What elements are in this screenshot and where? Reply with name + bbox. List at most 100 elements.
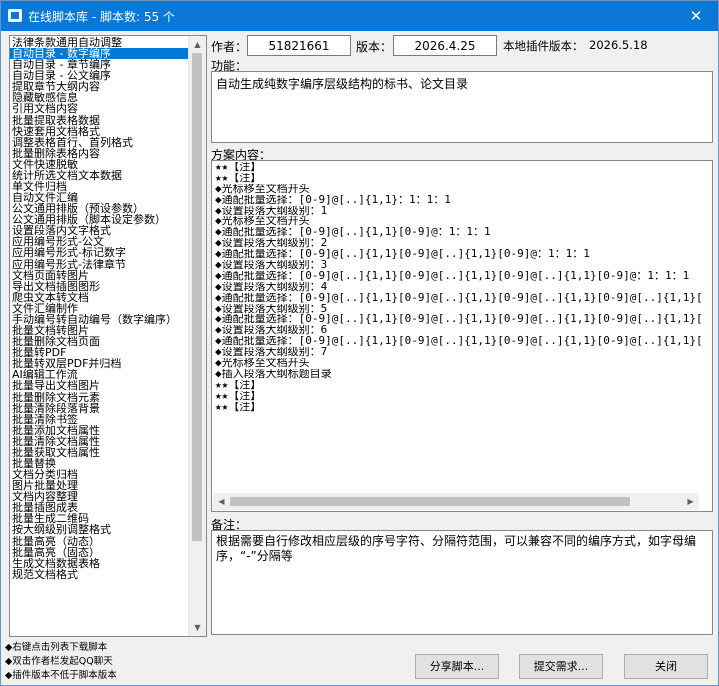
plan-line: ◆插入段落大纲标题目录: [215, 368, 332, 380]
function-textbox[interactable]: 自动生成纯数字编序层级结构的标书、论文目录: [211, 71, 713, 143]
submit-request-button[interactable]: 提交需求...: [519, 654, 603, 679]
script-list-item[interactable]: 批量高亮（动态）: [10, 536, 190, 547]
script-list-item[interactable]: 文档内容整理: [10, 491, 190, 502]
script-list-item[interactable]: 手动编号转自动编号（数字编序）: [10, 314, 190, 325]
script-list-item[interactable]: 公文通用排版（预设参数）: [10, 203, 190, 214]
script-list-item[interactable]: 按大纲级别调整格式: [10, 524, 190, 535]
function-text: 自动生成纯数字编序层级结构的标书、论文目录: [216, 77, 469, 91]
script-list-item[interactable]: 隐藏敏感信息: [10, 92, 190, 103]
script-list-item[interactable]: 快速套用文档格式: [10, 126, 190, 137]
plan-line: ◆光标移至文档开头: [215, 358, 310, 369]
script-list-item[interactable]: 批量转PDF: [10, 347, 190, 358]
script-list-item[interactable]: 法律条款通用自动调整: [10, 37, 190, 48]
plan-line: ◆设置段落大纲级别：3: [215, 260, 328, 271]
script-list-item[interactable]: 应用编号形式-标记数字: [10, 247, 190, 258]
plan-line: ★★【注】: [215, 172, 262, 184]
script-list-item[interactable]: 文档分类归档: [10, 469, 190, 480]
script-list-item[interactable]: 批量导出文档图片: [10, 380, 190, 391]
script-list-item[interactable]: 批量获取文档属性: [10, 447, 190, 458]
script-list-item[interactable]: 应用编号形式-公文: [10, 236, 190, 247]
plan-line: ◆通配批量选择：[0-9]@[..]{1,1}[0-9]@[..]{1,1}[0…: [215, 270, 690, 282]
script-list-item[interactable]: 文件快速脱敏: [10, 159, 190, 170]
script-list-item[interactable]: 自动目录 - 章节编序: [10, 59, 190, 70]
horizontal-scrollbar[interactable]: ◀ ▶: [213, 493, 699, 510]
plan-line: ◆设置段落大纲级别：1: [215, 205, 328, 217]
script-list-item[interactable]: 批量高亮（固态）: [10, 547, 190, 558]
script-list-item[interactable]: 提取章节大纲内容: [10, 81, 190, 92]
script-list-item[interactable]: 批量生成二维码: [10, 513, 190, 524]
script-list-item[interactable]: 公文通用排版（脚本设定参数）: [10, 214, 190, 225]
script-list-item[interactable]: 导出文档插图图形: [10, 281, 190, 292]
script-list-item[interactable]: 批量提取表格数据: [10, 115, 190, 126]
hints: ◆右键点击列表下载脚本 ◆双击作者栏发起QQ聊天 ◆插件版本不低于脚本版本: [5, 641, 205, 683]
script-list-item[interactable]: AI编辑工作流: [10, 369, 190, 380]
script-list-item[interactable]: 统计所选文档文本数据: [10, 170, 190, 181]
app-icon: [8, 9, 22, 22]
author-label: 作者：: [211, 40, 248, 54]
script-list-item[interactable]: 自动目录 - 公文编序: [10, 70, 190, 81]
script-list-item[interactable]: 文档页面转图片: [10, 270, 190, 281]
script-list-item[interactable]: 设置段落内文字格式: [10, 225, 190, 236]
plan-line: ★★【注】: [215, 401, 262, 413]
window-title: 在线脚本库 - 脚本数: 55 个: [28, 10, 175, 24]
plan-line: ◆通配批量选择：[0-9]@[..]{1,1}[0-9]@[..]{1,1}[0…: [215, 314, 702, 326]
script-list-item[interactable]: 自动文件汇编: [10, 192, 190, 203]
script-list-item[interactable]: 批量清除段落背景: [10, 403, 190, 414]
close-button[interactable]: 关闭: [624, 654, 708, 679]
hscroll-thumb[interactable]: [230, 497, 630, 506]
script-list-item[interactable]: 批量删除文档页面: [10, 336, 190, 347]
script-list-item[interactable]: 批量替换: [10, 458, 190, 469]
script-library-window: 在线脚本库 - 脚本数: 55 个 ✕ 法律条款通用自动调整 自动目录 - 数字编…: [0, 0, 719, 686]
note-textbox[interactable]: 根据需要自行修改相应层级的序号字符、分隔符范围，可以兼容不同的编序方式，如字母编…: [211, 530, 713, 635]
script-list[interactable]: 法律条款通用自动调整 自动目录 - 数字编序 自动目录 - 章节编序 自动目录 - 公…: [9, 35, 207, 637]
plan-textbox[interactable]: ★★【注】 ★★【注】 ◆光标移至文档开头 ◆通配批量选择：[0-9]@[..]{1,…: [211, 160, 713, 512]
script-list-item[interactable]: 批量插图成表: [10, 502, 190, 513]
scroll-up-icon[interactable]: ▲: [189, 36, 206, 53]
version-label: 版本：: [356, 40, 393, 54]
author-field[interactable]: 51821661: [247, 35, 351, 56]
plan-line: ◆通配批量选择：[0-9]@[..]{1,1}[0-9]@[..]{1,1}[0…: [215, 249, 590, 261]
plan-line: ◆通配批量选择：[0-9]@[..]{1,1}[0-9]@：1：1：1: [215, 227, 491, 239]
plan-line: ◆设置段落大纲级别：5: [215, 303, 328, 315]
scroll-right-icon[interactable]: ▶: [682, 493, 699, 510]
script-list-item[interactable]: 批量转双层PDF并归档: [10, 358, 190, 369]
script-list-items: 法律条款通用自动调整 自动目录 - 数字编序 自动目录 - 章节编序 自动目录 - 公…: [10, 37, 190, 580]
title-bar: 在线脚本库 - 脚本数: 55 个 ✕: [1, 1, 718, 31]
local-version-value: 2026.5.18: [589, 38, 648, 52]
scroll-thumb[interactable]: [192, 53, 202, 541]
script-list-item[interactable]: 引用文档内容: [10, 103, 190, 114]
script-list-item[interactable]: 自动目录 - 数字编序: [10, 48, 190, 60]
script-list-item[interactable]: 批量删除表格内容: [10, 148, 190, 159]
script-list-item[interactable]: 批量清除文档属性: [10, 436, 190, 447]
script-list-item[interactable]: 批量删除文档元素: [10, 392, 190, 403]
hint-text: ◆双击作者栏发起QQ聊天: [5, 656, 113, 667]
plan-line: ◆通配批量选择：[0-9]@[..]{1,1}[0-9]@[..]{1,1}[0…: [215, 292, 702, 304]
plan-line: ◆设置段落大纲级别：4: [215, 281, 328, 293]
version-field[interactable]: 2026.4.25: [393, 35, 497, 56]
plan-line: ★★【注】: [215, 390, 262, 402]
plan-line: ◆设置段落大纲级别：7: [215, 347, 328, 359]
script-list-item[interactable]: 批量添加文档属性: [10, 425, 190, 436]
vertical-scrollbar[interactable]: ▲ ▼: [188, 36, 206, 636]
script-list-item[interactable]: 单文件归档: [10, 181, 190, 192]
script-list-item[interactable]: 批量清除书签: [10, 414, 190, 425]
script-list-item[interactable]: 爬虫文本转文档: [10, 292, 190, 303]
script-list-item[interactable]: 应用编号形式-法律章节: [10, 259, 190, 270]
script-list-item[interactable]: 批量文档转图片: [10, 325, 190, 336]
hint-text: ◆插件版本不低于脚本版本: [5, 670, 117, 681]
local-version-label: 本地插件版本：: [503, 39, 584, 53]
hint-text: ◆右键点击列表下载脚本: [5, 642, 108, 653]
script-list-item[interactable]: 图片批量处理: [10, 480, 190, 491]
script-list-item[interactable]: 文件汇编制作: [10, 303, 190, 314]
share-script-button[interactable]: 分享脚本...: [415, 654, 499, 679]
script-list-item[interactable]: 调整表格首行、首列格式: [10, 137, 190, 148]
scroll-left-icon[interactable]: ◀: [213, 493, 230, 510]
note-text: 根据需要自行修改相应层级的序号字符、分隔符范围，可以兼容不同的编序方式，如字母编…: [216, 534, 697, 563]
plan-line: ◆设置段落大纲级别：2: [215, 238, 328, 250]
scroll-down-icon[interactable]: ▼: [189, 619, 206, 636]
script-list-item[interactable]: 规范文档格式: [10, 569, 190, 580]
plan-line: ◆设置段落大纲级别：6: [215, 325, 328, 337]
plan-line: ★★【注】: [215, 379, 262, 391]
close-icon[interactable]: ✕: [674, 1, 718, 31]
script-list-item[interactable]: 生成文档数据表格: [10, 558, 190, 569]
